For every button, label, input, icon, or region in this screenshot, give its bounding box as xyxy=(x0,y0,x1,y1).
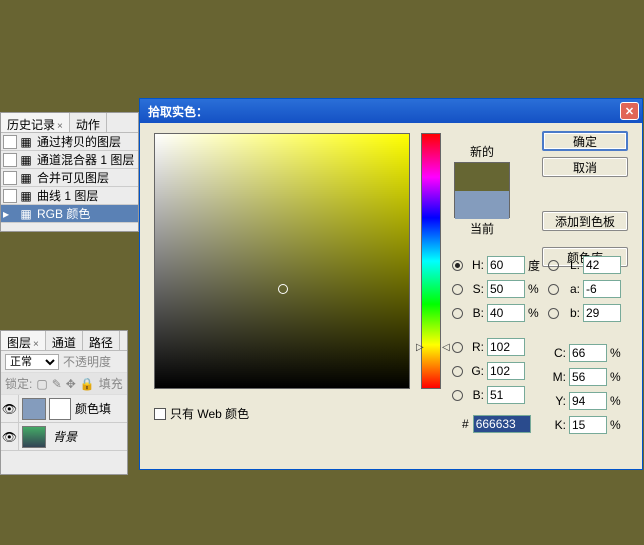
sv-cursor[interactable] xyxy=(278,284,288,294)
s-input[interactable] xyxy=(487,280,525,298)
current-label: 当前 xyxy=(454,220,510,237)
k-input[interactable] xyxy=(569,416,607,434)
r-input[interactable] xyxy=(487,338,525,356)
blend-mode-select[interactable]: 正常 xyxy=(5,354,59,370)
history-item[interactable]: ▦通道混合器 1 图层 xyxy=(1,151,138,169)
layer-icon: ▦ xyxy=(19,135,33,149)
saturation-value-area[interactable] xyxy=(154,133,410,389)
add-swatch-button[interactable]: 添加到色板 xyxy=(542,211,628,231)
radio-a[interactable] xyxy=(548,284,559,295)
lb-input[interactable] xyxy=(583,304,621,322)
layer-mask[interactable] xyxy=(49,398,71,420)
new-color xyxy=(455,163,509,191)
history-panel: 历史记录× 动作 ▦通过拷贝的图层 ▦通道混合器 1 图层 ▦合并可见图层 ▦曲… xyxy=(0,112,139,232)
c-input[interactable] xyxy=(569,344,607,362)
history-item[interactable]: ▦通过拷贝的图层 xyxy=(1,133,138,151)
hue-pointer-left: ▷ xyxy=(416,342,424,353)
l-input[interactable] xyxy=(583,256,621,274)
history-tabs: 历史记录× 动作 xyxy=(1,113,138,133)
tab-channels[interactable]: 通道 xyxy=(46,331,83,350)
radio-bl[interactable] xyxy=(452,390,463,401)
layer-icon: ▦ xyxy=(19,171,33,185)
history-item-active[interactable]: ▸▦RGB 颜色 xyxy=(1,205,138,223)
tab-layers[interactable]: 图层× xyxy=(1,331,46,350)
close-button[interactable]: ✕ xyxy=(620,102,639,120)
y-input[interactable] xyxy=(569,392,607,410)
layer-item[interactable]: 👁 背景 xyxy=(1,423,127,451)
tab-history[interactable]: 历史记录× xyxy=(1,113,70,132)
layer-item[interactable]: 👁 颜色填 xyxy=(1,395,127,423)
h-input[interactable] xyxy=(487,256,525,274)
visibility-icon[interactable]: 👁 xyxy=(1,423,19,451)
layer-icon: ▦ xyxy=(19,153,33,167)
hue-strip[interactable] xyxy=(421,133,441,389)
layer-icon: ▦ xyxy=(19,189,33,203)
layer-thumbnail[interactable] xyxy=(22,398,46,420)
g-input[interactable] xyxy=(487,362,525,380)
close-icon[interactable]: × xyxy=(57,121,63,132)
radio-s[interactable] xyxy=(452,284,463,295)
layers-tabs: 图层× 通道 路径 xyxy=(1,331,127,351)
tab-paths[interactable]: 路径 xyxy=(83,331,120,350)
visibility-icon[interactable]: 👁 xyxy=(1,395,19,423)
radio-g[interactable] xyxy=(452,366,463,377)
hue-pointer-right: ◁ xyxy=(442,342,450,353)
hex-input[interactable] xyxy=(473,415,531,433)
web-only-checkbox[interactable] xyxy=(154,408,166,420)
lock-move-icon[interactable]: ✥ xyxy=(66,377,76,391)
tab-actions[interactable]: 动作 xyxy=(70,113,107,132)
history-item[interactable]: ▦合并可见图层 xyxy=(1,169,138,187)
radio-b[interactable] xyxy=(452,308,463,319)
bl-input[interactable] xyxy=(487,386,525,404)
radio-lb[interactable] xyxy=(548,308,559,319)
opacity-label: 不透明度 xyxy=(63,353,111,370)
lock-pixel-icon[interactable]: ▢ xyxy=(36,377,47,391)
history-item[interactable]: ▦曲线 1 图层 xyxy=(1,187,138,205)
color-swatch xyxy=(454,162,510,218)
lock-row: 锁定: ▢ ✎ ✥ 🔒 填充 xyxy=(1,373,127,395)
color-picker-dialog: 拾取实色： ✕ ▷ ◁ 新的 当前 确定 取消 添加到色板 颜色库 H:度 xyxy=(139,98,643,470)
b-input[interactable] xyxy=(487,304,525,322)
m-input[interactable] xyxy=(569,368,607,386)
layers-panel: 图层× 通道 路径 正常 不透明度 锁定: ▢ ✎ ✥ 🔒 填充 👁 颜色填 👁… xyxy=(0,330,128,475)
dialog-title: 拾取实色： xyxy=(148,103,208,120)
a-input[interactable] xyxy=(583,280,621,298)
ok-button[interactable]: 确定 xyxy=(542,131,628,151)
current-color[interactable] xyxy=(455,191,509,219)
lock-all-icon[interactable]: 🔒 xyxy=(80,377,95,391)
web-only-label: 只有 Web 颜色 xyxy=(170,405,249,422)
radio-h[interactable] xyxy=(452,260,463,271)
lock-brush-icon[interactable]: ✎ xyxy=(52,377,62,391)
radio-l[interactable] xyxy=(548,260,559,271)
new-label: 新的 xyxy=(454,143,510,160)
cancel-button[interactable]: 取消 xyxy=(542,157,628,177)
layer-thumbnail[interactable] xyxy=(22,426,46,448)
radio-r[interactable] xyxy=(452,342,463,353)
rgb-icon: ▦ xyxy=(19,207,33,221)
titlebar[interactable]: 拾取实色： ✕ xyxy=(140,99,642,123)
blend-mode-row: 正常 不透明度 xyxy=(1,351,127,373)
